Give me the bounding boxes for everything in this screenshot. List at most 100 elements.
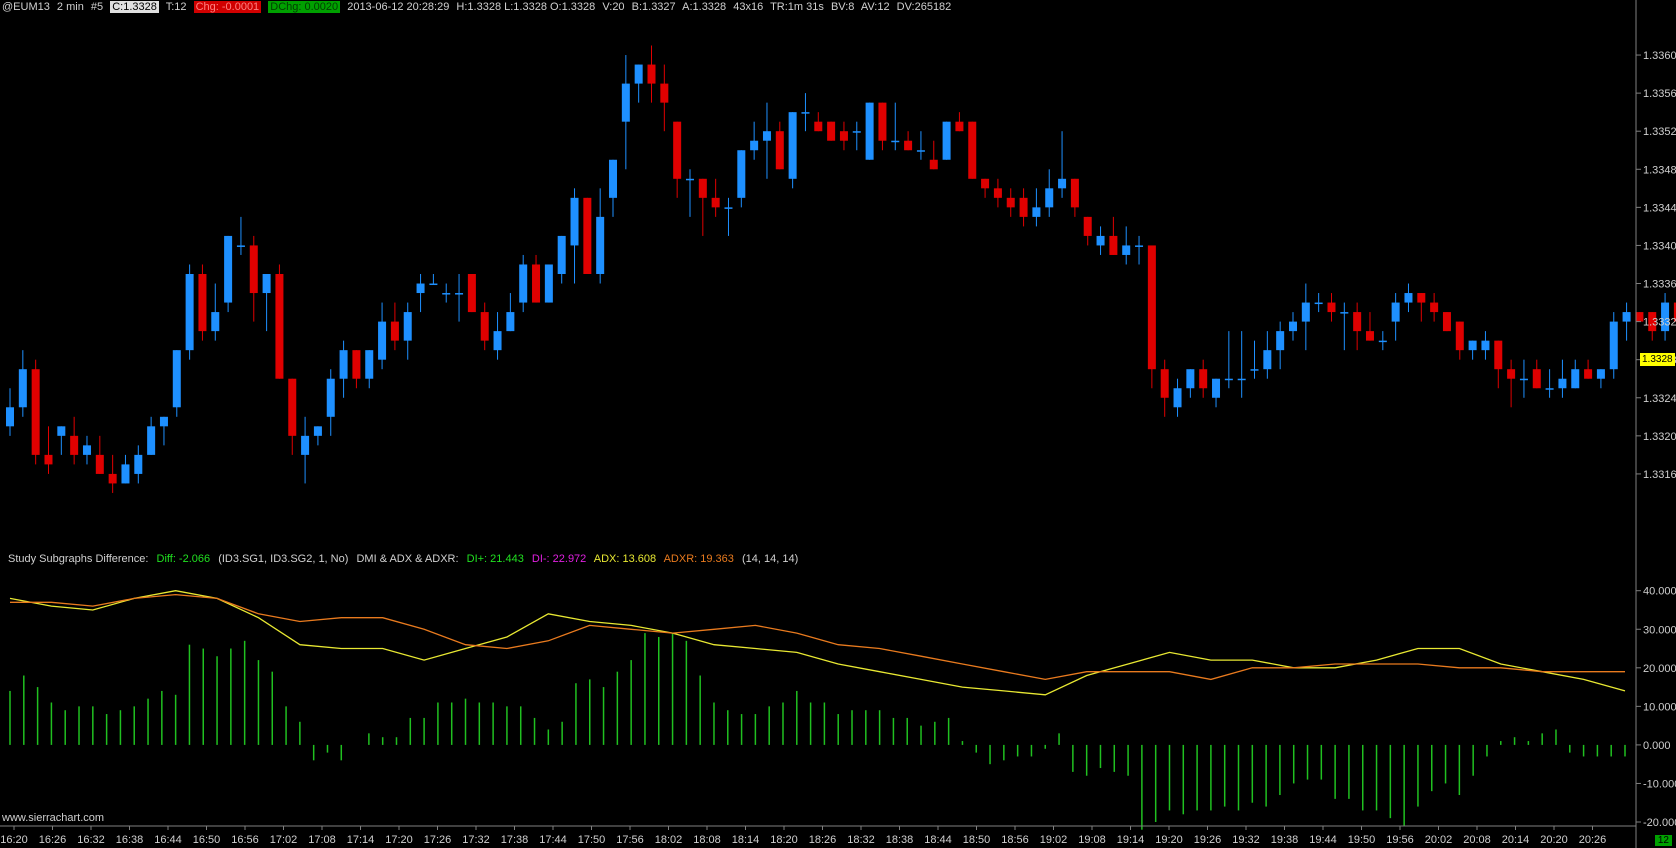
candle-body bbox=[1199, 369, 1208, 389]
price-tick-label: 1.3324 bbox=[1643, 393, 1676, 405]
candle-body bbox=[583, 197, 592, 274]
candle bbox=[44, 426, 53, 474]
bar-timer: TR:1m 31s bbox=[770, 1, 824, 13]
candle bbox=[326, 369, 335, 436]
volume: V:20 bbox=[602, 1, 625, 13]
candle-body bbox=[737, 150, 746, 198]
candle bbox=[1365, 312, 1374, 341]
candle-body bbox=[352, 350, 361, 379]
indicator-axis: 40.000 30.000 20.000 10.000 0.000 -10.000 -20.… bbox=[1636, 586, 1676, 829]
candle bbox=[1122, 226, 1131, 265]
adxr-line bbox=[10, 593, 1625, 681]
candle bbox=[1224, 331, 1233, 389]
candle-body bbox=[275, 274, 284, 379]
candle bbox=[1160, 359, 1169, 417]
time-tick-label: 18:56 bbox=[1001, 834, 1029, 846]
candle-body bbox=[1596, 369, 1605, 379]
time-tick-label: 19:20 bbox=[1155, 834, 1183, 846]
candle-body bbox=[1571, 369, 1580, 389]
candle-body bbox=[6, 407, 14, 427]
time-tick-label: 16:56 bbox=[231, 834, 259, 846]
price-chart[interactable]: 1.3360 1.3356 1.3352 1.3348 1.3344 1.3340 1.33… bbox=[0, 0, 1676, 848]
candle bbox=[685, 169, 694, 217]
price-tick-label: 1.3360 bbox=[1643, 50, 1676, 62]
candle-body bbox=[532, 264, 541, 303]
candle-body bbox=[1507, 369, 1516, 379]
candle-body bbox=[1353, 312, 1362, 332]
candle bbox=[198, 264, 207, 341]
candle bbox=[788, 112, 797, 189]
candle bbox=[1250, 340, 1259, 379]
candle-body bbox=[1378, 340, 1387, 343]
candle-body bbox=[1430, 302, 1439, 313]
candle-body bbox=[891, 140, 900, 143]
candle-body bbox=[596, 216, 605, 274]
candle-body bbox=[801, 112, 810, 114]
time-tick-label: 19:56 bbox=[1386, 834, 1414, 846]
indicator-tick-label: 40.000 bbox=[1643, 586, 1676, 598]
symbol: @EUM13 bbox=[2, 1, 50, 13]
candle bbox=[506, 293, 515, 332]
candle bbox=[544, 264, 553, 303]
candle-body bbox=[1006, 197, 1015, 208]
candle bbox=[532, 254, 541, 303]
candle-body bbox=[249, 245, 258, 294]
time-tick-label: 19:14 bbox=[1117, 834, 1145, 846]
candle bbox=[955, 112, 964, 132]
candle bbox=[108, 454, 117, 493]
candle-body bbox=[390, 321, 399, 341]
candle-body bbox=[134, 454, 143, 474]
candle-body bbox=[1045, 188, 1054, 208]
candle bbox=[1237, 331, 1246, 398]
ask-volume: AV:12 bbox=[860, 1, 890, 13]
daily-change-value: DChg: 0.0020 bbox=[268, 1, 341, 13]
candle-body bbox=[1212, 378, 1221, 398]
candle bbox=[1135, 235, 1144, 265]
candle-body bbox=[224, 235, 233, 303]
candle-body bbox=[557, 235, 566, 274]
candle-body bbox=[698, 178, 707, 198]
candle bbox=[455, 274, 464, 322]
candle-body bbox=[18, 369, 27, 408]
candle bbox=[1070, 178, 1079, 217]
candle bbox=[301, 416, 310, 484]
candle bbox=[480, 302, 489, 351]
candle bbox=[365, 350, 374, 389]
candle bbox=[750, 121, 759, 160]
time-tick-label: 17:50 bbox=[578, 834, 606, 846]
bid: B:1.3327 bbox=[631, 1, 676, 13]
candle-body bbox=[968, 121, 977, 179]
candle-body bbox=[660, 83, 669, 103]
time-tick-label: 20:08 bbox=[1463, 834, 1491, 846]
ohlc-values: H:1.3328 L:1.3328 O:1.3328 bbox=[456, 1, 596, 13]
candle-body bbox=[1609, 321, 1618, 370]
candle bbox=[236, 216, 245, 255]
candle bbox=[737, 150, 746, 208]
candle bbox=[711, 178, 720, 217]
candle-body bbox=[711, 197, 720, 208]
candle bbox=[1468, 340, 1477, 360]
candle-body bbox=[70, 435, 79, 455]
price-tick-label: 1.3316 bbox=[1643, 469, 1676, 481]
candle bbox=[1532, 359, 1541, 389]
candle-body bbox=[878, 102, 887, 141]
candle-body bbox=[236, 245, 245, 247]
candle-body bbox=[1032, 207, 1041, 217]
candle-body bbox=[288, 378, 297, 436]
candle bbox=[1006, 188, 1015, 217]
indicator-tick-label: 10.000 bbox=[1643, 701, 1676, 713]
candle-body bbox=[1327, 302, 1336, 313]
bid-volume: BV:8 bbox=[830, 1, 855, 13]
time-tick-label: 20:02 bbox=[1425, 834, 1453, 846]
indicator-layer bbox=[9, 590, 1626, 830]
daily-volume: DV:265182 bbox=[896, 1, 952, 13]
time-tick-label: 16:38 bbox=[116, 834, 144, 846]
candle-body bbox=[1147, 245, 1156, 370]
close-value: C:1.3328 bbox=[110, 1, 159, 13]
candle bbox=[1404, 283, 1413, 313]
time-axis: 16:20 16:26 16:32 16:38 16:44 16:50 16:56 17:02… bbox=[0, 826, 1606, 846]
candle-body bbox=[172, 350, 181, 408]
candle bbox=[1276, 321, 1285, 370]
time-tick-label: 17:14 bbox=[347, 834, 375, 846]
candle-body bbox=[1558, 378, 1567, 389]
